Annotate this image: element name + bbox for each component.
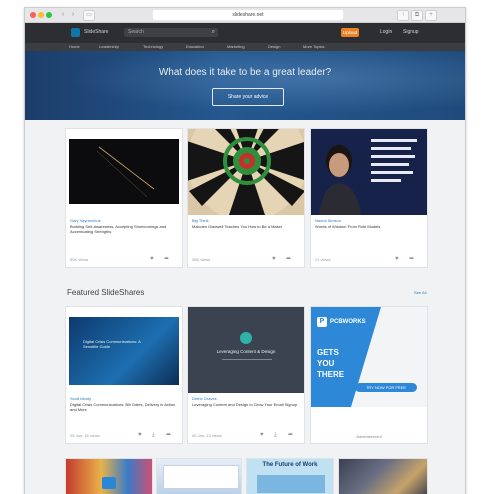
- add-tab-icon[interactable]: +: [425, 10, 437, 21]
- card-views: 21 views: [315, 257, 331, 262]
- download-icon[interactable]: ⤓: [152, 432, 155, 438]
- card-author[interactable]: Defne Graves: [192, 396, 217, 401]
- slideshow-card[interactable]: Naomi Simson Words of Wisdom From Role M…: [310, 128, 428, 268]
- thumbnail-title: The Future of Work: [262, 462, 318, 468]
- share-icon[interactable]: ➦: [409, 256, 414, 262]
- maximize-window-button[interactable]: [46, 12, 52, 18]
- ad-cta-button[interactable]: TRY NOW FOR FREE: [355, 383, 417, 392]
- like-icon[interactable]: ♥: [272, 256, 276, 262]
- signup-link[interactable]: Signup: [403, 29, 419, 35]
- thumbnail-title: Digital Crisis Communications: A Sensibl…: [83, 339, 141, 349]
- thumbnail-logo-icon: [240, 332, 252, 344]
- download-icon[interactable]: ⤓: [274, 432, 277, 438]
- ad-brand: PCBWORKS: [330, 319, 366, 325]
- card-title[interactable]: Digital Crisis Communications: Bill Gate…: [70, 402, 178, 412]
- upload-button[interactable]: Upload: [341, 28, 359, 37]
- share-icon[interactable]: ➦: [286, 256, 291, 262]
- share-icon[interactable]: ➦: [166, 432, 171, 438]
- card-author[interactable]: Big Think: [192, 218, 209, 223]
- card-views: 05 Jan, 16 views: [70, 433, 100, 438]
- card-views: 26K views: [192, 257, 211, 262]
- tabs-icon[interactable]: ⧉: [411, 10, 423, 21]
- pcbworks-logo-icon: P: [317, 317, 327, 327]
- thumbnail-illustration: [257, 475, 325, 493]
- browser-window: ‹ › ▭ slideshare.net ↑ ⧉ + SlideShare Se…: [24, 7, 466, 494]
- slideshow-card[interactable]: Big Think Malcolm Gladwell Teaches You H…: [187, 128, 305, 268]
- card-title[interactable]: Malcolm Gladwell Teaches You How to Be a…: [192, 224, 300, 229]
- hero-banner: What does it take to be a great leader? …: [25, 51, 465, 120]
- card-thumbnail[interactable]: Digital Crisis Communications: A Sensibl…: [69, 317, 179, 385]
- topic-home[interactable]: Home: [69, 44, 80, 49]
- like-icon[interactable]: ♥: [395, 256, 399, 262]
- topic-marketing[interactable]: Marketing: [227, 44, 245, 49]
- card-author[interactable]: Naomi Simson: [315, 218, 341, 223]
- login-link[interactable]: Login: [380, 29, 392, 35]
- share-icon[interactable]: ➦: [288, 432, 293, 438]
- share-advice-button[interactable]: Share your advice: [212, 88, 284, 106]
- thumbnail-title: Leveraging Content & Design: [216, 349, 276, 354]
- search-placeholder: Search: [128, 29, 144, 35]
- topic-leadership[interactable]: Leadership: [99, 44, 119, 49]
- forward-icon[interactable]: ›: [69, 11, 77, 19]
- thumbnail-divider: [222, 359, 272, 360]
- hero-title: What does it take to be a great leader?: [158, 67, 332, 78]
- card-views: 05 Jan, 13 views: [192, 433, 222, 438]
- card-title[interactable]: Words of Wisdom From Role Models: [315, 224, 423, 229]
- logo-text[interactable]: SlideShare: [84, 29, 108, 35]
- site-header: SlideShare Search ⌕ Upload Login Signup: [25, 23, 465, 43]
- card-thumbnail[interactable]: [188, 129, 304, 215]
- card-thumbnail[interactable]: Leveraging Content & Design: [188, 307, 304, 393]
- minimize-window-button[interactable]: [38, 12, 44, 18]
- featured-heading: Featured SlideShares: [67, 288, 145, 297]
- advertisement-card[interactable]: P PCBWORKS GETS YOU THERE TRY NOW FOR FR…: [310, 306, 428, 444]
- card-title[interactable]: Building Self-Awareness, Accepting Short…: [70, 224, 178, 234]
- card-thumbnail[interactable]: [311, 129, 427, 215]
- card-title[interactable]: Leveraging Content and Design to Grow Yo…: [192, 402, 300, 407]
- topic-design[interactable]: Design: [268, 44, 280, 49]
- slideshow-card[interactable]: The Future of Work: [246, 458, 334, 494]
- card-views: 50K views: [70, 257, 89, 262]
- card-thumbnail[interactable]: [69, 139, 179, 204]
- like-icon[interactable]: ♥: [150, 256, 154, 262]
- like-icon[interactable]: ♥: [138, 432, 142, 438]
- slideshow-card[interactable]: [156, 458, 242, 494]
- ad-banner[interactable]: P PCBWORKS GETS YOU THERE TRY NOW FOR FR…: [311, 307, 427, 407]
- share-icon[interactable]: ↑: [397, 10, 409, 21]
- search-icon[interactable]: ⌕: [212, 28, 215, 37]
- close-window-button[interactable]: [30, 12, 36, 18]
- back-icon[interactable]: ‹: [59, 11, 67, 19]
- topic-technology[interactable]: Technology: [143, 44, 163, 49]
- ad-headline: GETS YOU THERE: [317, 348, 345, 379]
- like-icon[interactable]: ♥: [260, 432, 264, 438]
- slideshow-card[interactable]: Gary Vaynerchuk Building Self-Awareness,…: [65, 128, 183, 268]
- slideshow-card[interactable]: [65, 458, 153, 494]
- topic-education[interactable]: Education: [186, 44, 204, 49]
- slideshow-card[interactable]: Leveraging Content & Design Defne Graves…: [187, 306, 305, 444]
- card-author[interactable]: Gary Vaynerchuk: [70, 218, 101, 223]
- play-icon[interactable]: [102, 477, 116, 489]
- sidebar-icon[interactable]: ▭: [83, 10, 95, 21]
- ad-label: Advertisement: [356, 434, 382, 439]
- slideshow-card[interactable]: Digital Crisis Communications: A Sensibl…: [65, 306, 183, 444]
- address-bar[interactable]: slideshare.net: [153, 10, 343, 20]
- slideshow-card[interactable]: [338, 458, 428, 494]
- see-all-link[interactable]: See All: [414, 290, 426, 295]
- card-author[interactable]: Scott Monty: [70, 396, 91, 401]
- browser-toolbar: ‹ › ▭ slideshare.net ↑ ⧉ +: [25, 8, 465, 23]
- card-thumbnail[interactable]: [339, 459, 427, 494]
- topic-nav: Home Leadership Technology Education Mar…: [25, 43, 465, 51]
- share-icon[interactable]: ➦: [164, 256, 169, 262]
- topic-more[interactable]: More Topics: [303, 44, 325, 49]
- slideshare-logo-icon[interactable]: [71, 28, 80, 37]
- search-input[interactable]: Search ⌕: [124, 28, 218, 37]
- thumbnail-screen: [163, 465, 239, 489]
